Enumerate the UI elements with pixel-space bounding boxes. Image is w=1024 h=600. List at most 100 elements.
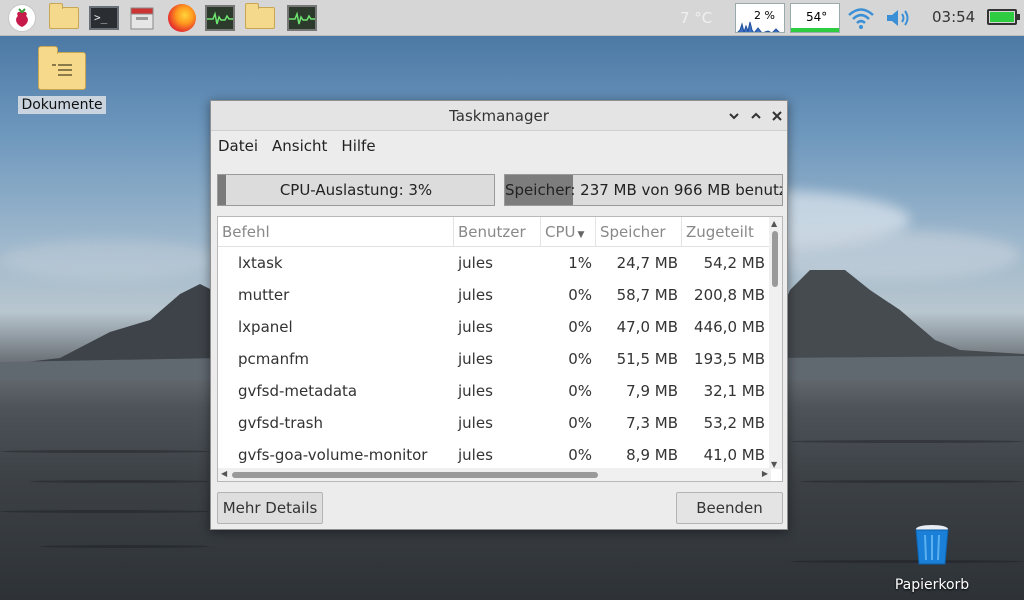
table-row[interactable]: lxtask jules 1% 24,7 MB 54,2 MB: [218, 247, 771, 279]
desktop-icon-label: Papierkorb: [894, 577, 970, 593]
clock[interactable]: 03:54: [932, 8, 975, 26]
column-header-speicher[interactable]: Speicher: [596, 217, 682, 247]
memory-usage-bar: Speicher: 237 MB von 966 MB benutzt: [504, 174, 783, 206]
raspberry-pi-icon: [8, 4, 36, 32]
column-header-zugeteilt[interactable]: Zugeteilt: [682, 217, 771, 247]
cpu-usage-bar: CPU-Auslastung: 3%: [217, 174, 495, 206]
cell-user: jules: [458, 318, 493, 336]
table-row[interactable]: mutter jules 0% 58,7 MB 200,8 MB: [218, 279, 771, 311]
scrollbar-thumb[interactable]: [772, 231, 778, 287]
cell-cmd: lxpanel: [238, 318, 293, 336]
cell-mem: 58,7 MB: [616, 286, 678, 304]
cell-mem: 8,9 MB: [626, 446, 678, 464]
scroll-up-icon[interactable]: ▲: [771, 219, 777, 228]
folder-button[interactable]: [244, 2, 276, 34]
cell-alloc: 54,2 MB: [703, 254, 765, 272]
cell-mem: 7,3 MB: [626, 414, 678, 432]
table-row[interactable]: gvfs-goa-volume-monitor jules 0% 8,9 MB 41,0…: [218, 439, 771, 471]
file-manager-button[interactable]: [48, 2, 80, 34]
firefox-button[interactable]: [166, 2, 198, 34]
close-icon: [772, 111, 782, 121]
cell-mem: 7,9 MB: [626, 382, 678, 400]
folder-icon: [49, 3, 79, 29]
table-row[interactable]: gvfsd-trash jules 0% 7,3 MB 53,2 MB: [218, 407, 771, 439]
system-monitor-icon: [287, 5, 317, 31]
column-label: Zugeteilt: [686, 223, 754, 241]
terminal-icon: >_: [89, 6, 119, 30]
sort-descending-icon: ▼: [577, 230, 585, 240]
cell-user: jules: [458, 446, 493, 464]
system-monitor-button-2[interactable]: [286, 2, 318, 34]
cell-alloc: 446,0 MB: [694, 318, 765, 336]
chevron-up-icon: [751, 112, 761, 119]
window-titlebar[interactable]: Taskmanager: [211, 101, 787, 131]
scroll-down-icon[interactable]: ▼: [771, 460, 777, 469]
package-icon: [128, 4, 156, 32]
battery-icon[interactable]: [987, 9, 1020, 25]
chevron-down-icon: [729, 113, 739, 120]
cpu-temperature-value: 54°: [806, 10, 828, 24]
table-header: Befehl Benutzer CPU ▼ Speicher Zugeteilt: [218, 217, 771, 247]
cell-cmd: pcmanfm: [238, 350, 309, 368]
menu-bar: Datei Ansicht Hilfe: [211, 131, 787, 161]
folder-icon: [245, 3, 275, 29]
more-details-button[interactable]: Mehr Details: [217, 492, 323, 524]
cell-user: jules: [458, 414, 493, 432]
cpu-usage-label: CPU-Auslastung: 3%: [279, 181, 433, 199]
column-header-befehl[interactable]: Befehl: [218, 217, 454, 247]
temperature-bar: [791, 28, 839, 32]
cpu-usage-value: 2 %: [754, 9, 775, 22]
cell-alloc: 53,2 MB: [703, 414, 765, 432]
table-row[interactable]: gvfsd-metadata jules 0% 7,9 MB 32,1 MB: [218, 375, 771, 407]
maximize-button[interactable]: [746, 106, 766, 126]
system-monitor-icon: [205, 5, 235, 31]
minimize-button[interactable]: [724, 106, 744, 126]
cell-alloc: 200,8 MB: [694, 286, 765, 304]
cell-cmd: gvfsd-trash: [238, 414, 323, 432]
desktop-icon-papierkorb[interactable]: Papierkorb: [890, 522, 974, 594]
cell-mem: 51,5 MB: [616, 350, 678, 368]
vertical-scrollbar[interactable]: ▲ ▼: [769, 217, 782, 469]
end-task-button[interactable]: Beenden: [676, 492, 783, 524]
firefox-icon: [168, 4, 196, 32]
scroll-left-icon[interactable]: ◀: [221, 469, 227, 478]
terminal-button[interactable]: >_: [88, 2, 120, 34]
horizontal-scrollbar[interactable]: ◀ ▶: [218, 468, 771, 481]
cpu-temperature-monitor[interactable]: 54°: [790, 3, 840, 33]
system-monitor-button[interactable]: [204, 2, 236, 34]
raspberry-menu-button[interactable]: [6, 2, 38, 34]
package-manager-button[interactable]: [126, 2, 158, 34]
taskmanager-window: Taskmanager Datei Ansicht Hilfe CPU-Ausl…: [210, 100, 788, 530]
cell-cmd: gvfs-goa-volume-monitor: [238, 446, 428, 464]
documents-folder-icon: [38, 46, 86, 90]
window-title: Taskmanager: [449, 107, 549, 125]
table-row[interactable]: lxpanel jules 0% 47,0 MB 446,0 MB: [218, 311, 771, 343]
menu-ansicht[interactable]: Ansicht: [272, 137, 327, 155]
usage-meters: CPU-Auslastung: 3% Speicher: 237 MB von …: [217, 174, 783, 206]
cell-mem: 47,0 MB: [616, 318, 678, 336]
table-row[interactable]: pcmanfm jules 0% 51,5 MB 193,5 MB: [218, 343, 771, 375]
cell-cpu: 0%: [568, 350, 592, 368]
column-label: Speicher: [600, 223, 666, 241]
column-header-cpu[interactable]: CPU ▼: [541, 217, 596, 247]
cell-cmd: mutter: [238, 286, 290, 304]
cpu-usage-monitor[interactable]: 2 %: [735, 3, 785, 33]
cell-alloc: 193,5 MB: [694, 350, 765, 368]
column-header-benutzer[interactable]: Benutzer: [454, 217, 541, 247]
close-button[interactable]: [767, 106, 787, 126]
menu-hilfe[interactable]: Hilfe: [341, 137, 375, 155]
cell-cpu: 0%: [568, 446, 592, 464]
cell-user: jules: [458, 254, 493, 272]
wifi-icon[interactable]: [847, 6, 875, 34]
desktop-icon-label: Dokumente: [18, 96, 106, 114]
cell-cmd: lxtask: [238, 254, 283, 272]
scrollbar-thumb[interactable]: [232, 472, 598, 478]
cell-cpu: 0%: [568, 382, 592, 400]
scroll-right-icon[interactable]: ▶: [762, 469, 768, 478]
cell-user: jules: [458, 286, 493, 304]
volume-icon[interactable]: [884, 6, 914, 34]
menu-datei[interactable]: Datei: [218, 137, 258, 155]
desktop-icon-dokumente[interactable]: Dokumente: [18, 46, 106, 114]
column-label: Befehl: [222, 223, 270, 241]
cell-cpu: 0%: [568, 318, 592, 336]
